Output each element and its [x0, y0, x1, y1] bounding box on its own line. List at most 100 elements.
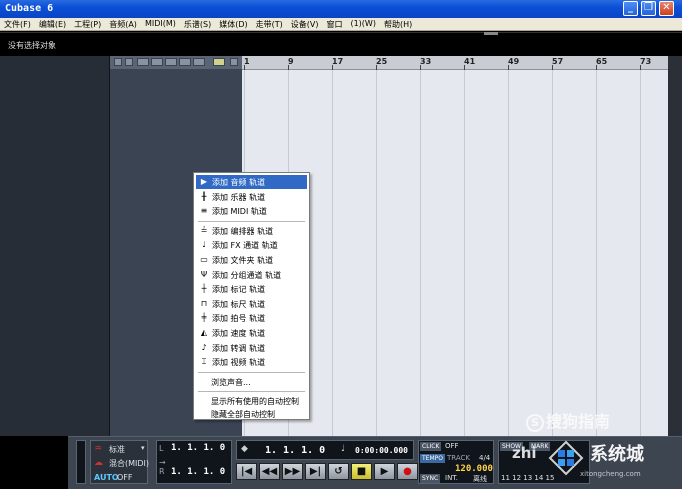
track-type-icon: Ψ [200, 269, 208, 279]
vertical-scrollbar[interactable] [668, 56, 682, 436]
context-menu-label: 添加 分组通道 轨道 [212, 270, 282, 280]
mode-section: ♒ 标准 ▾ ☁ 混合(MIDI) AUTO OFF [90, 440, 149, 484]
ruler-bar-label: 49 [508, 57, 520, 66]
context-menu-item[interactable]: ┼ 添加 标记 轨道 [196, 282, 307, 296]
context-menu-item[interactable]: ≟ 添加 编排器 轨道 [196, 224, 307, 238]
sync-state[interactable]: INT. [445, 474, 458, 482]
close-button[interactable]: ✕ [659, 1, 674, 16]
click-label[interactable]: CLICK [420, 442, 442, 451]
xitongcheng-logo-icon [548, 440, 584, 476]
stop-button[interactable]: ■ [351, 463, 372, 480]
track-type-icon: ⊓ [200, 298, 208, 308]
time-signature[interactable]: 4/4 [479, 454, 490, 462]
secondary-time[interactable]: 0:00:00.000 [355, 446, 408, 455]
track-label: TRACK [447, 454, 470, 462]
tempo-label[interactable]: TEMPO [420, 454, 445, 463]
menu-item[interactable]: 媒体(D) [215, 18, 251, 30]
right-locator-value[interactable]: 1. 1. 1. 0 [171, 467, 225, 477]
tempo-value[interactable]: 120.000 [455, 464, 493, 474]
track-filter-button-1[interactable] [137, 58, 149, 66]
left-locator-label: L [159, 444, 164, 453]
context-menu-item[interactable]: ╪ 添加 拍号 轨道 [196, 311, 307, 325]
mode-select[interactable]: 标准 [109, 444, 125, 455]
marker-numbers[interactable]: 11 12 13 14 15 [501, 474, 554, 482]
track-type-icon: ┼ [201, 284, 207, 294]
record-button[interactable]: ● [397, 463, 418, 480]
info-line: 没有选择对象 [0, 32, 682, 56]
goto-end-button[interactable]: ▶| [305, 463, 326, 480]
context-menu-item[interactable]: Ψ 添加 分组通道 轨道 [196, 268, 307, 282]
track-filter-button-2[interactable] [151, 58, 163, 66]
track-type-icon: ⌶ [201, 357, 207, 367]
window-title: Cubase 6 [5, 3, 54, 14]
track-filter-button-3[interactable] [165, 58, 177, 66]
add-track-context-menu: ▶ 添加 音频 轨道 ╫ 添加 乐器 轨道 ≡ 添加 MIDI 轨道 ≟ 添加 编排器 轨道 ♩… [193, 172, 310, 420]
mix-icon: ☁ [94, 458, 103, 468]
mix-select[interactable]: 混合(MIDI) [109, 458, 149, 469]
rewind-button[interactable]: ◀◀ [259, 463, 280, 480]
track-more-button[interactable] [230, 58, 238, 66]
context-menu-label: 添加 编排器 轨道 [212, 226, 274, 236]
auto-state[interactable]: OFF [117, 473, 133, 482]
cycle-button[interactable]: ↺ [328, 463, 349, 480]
grid-line [552, 70, 553, 436]
menu-item[interactable]: 走带(T) [252, 18, 287, 30]
track-filter-button-4[interactable] [179, 58, 191, 66]
track-type-icon: ╪ [201, 313, 207, 323]
splitter-handle[interactable] [484, 32, 498, 35]
context-menu-item[interactable]: ♪ 添加 转调 轨道 [196, 341, 307, 355]
context-menu-item[interactable]: ≡ 添加 MIDI 轨道 [196, 204, 307, 218]
menu-item[interactable]: 设备(V) [287, 18, 323, 30]
inspector-panel[interactable] [0, 56, 110, 436]
menu-item[interactable]: 帮助(H) [380, 18, 416, 30]
timeline-ruler[interactable]: 1 9 17 25 33 41 49 57 65 73 [242, 56, 668, 70]
context-menu-label: 显示所有使用的自动控制 [211, 397, 299, 407]
position-nudge-icon[interactable]: ◆ [241, 444, 248, 454]
menu-item[interactable]: (1)(W) [346, 18, 379, 30]
context-menu-label: 添加 标尺 轨道 [212, 299, 266, 309]
context-menu-item[interactable]: ▶ 添加 音频 轨道 [196, 175, 307, 189]
minimize-button[interactable]: _ [623, 1, 638, 16]
sync-label[interactable]: SYNC [420, 474, 441, 483]
menu-item[interactable]: 文件(F) [0, 18, 35, 30]
context-menu-item[interactable]: 浏览声音... [196, 375, 307, 389]
click-state[interactable]: OFF [445, 442, 459, 450]
sogou-watermark-text: 搜狗指南 [546, 412, 611, 431]
track-toggle-button[interactable] [125, 58, 133, 66]
menu-item[interactable]: 乐谱(S) [180, 18, 215, 30]
context-menu-item[interactable]: ◭ 添加 速度 轨道 [196, 326, 307, 340]
grid-line [508, 70, 509, 436]
context-menu-item[interactable]: ⌶ 添加 视频 轨道 [196, 355, 307, 369]
track-color-button[interactable] [213, 58, 225, 66]
mode-dropdown-icon[interactable]: ▾ [141, 444, 145, 452]
menu-item[interactable]: 工程(P) [70, 18, 105, 30]
left-locator-value[interactable]: 1. 1. 1. 0 [171, 443, 225, 453]
context-menu-item[interactable]: 隐藏全部自动控制 [196, 407, 307, 421]
play-button[interactable]: ▶ [374, 463, 395, 480]
track-filter-button-5[interactable] [193, 58, 205, 66]
context-menu-label: 添加 标记 轨道 [212, 285, 266, 295]
note-icon: ♩ [341, 444, 346, 454]
context-menu-label: 添加 MIDI 轨道 [212, 207, 267, 217]
context-menu-item[interactable]: ♩ 添加 FX 通道 轨道 [196, 238, 307, 252]
menu-item[interactable]: 窗口 [322, 18, 346, 30]
menu-item[interactable]: 编辑(E) [35, 18, 70, 30]
context-menu-label: 添加 乐器 轨道 [212, 192, 266, 202]
transport-meter [76, 440, 86, 484]
menu-separator [198, 391, 305, 393]
grid-line [376, 70, 377, 436]
selection-status: 没有选择对象 [8, 41, 56, 50]
xitongcheng-watermark: 系统城 [590, 444, 644, 465]
goto-start-button[interactable]: |◀ [236, 463, 257, 480]
menu-item[interactable]: 音频(A) [105, 18, 141, 30]
track-options-button[interactable] [114, 58, 122, 66]
restore-button[interactable]: ❐ [641, 1, 656, 16]
context-menu-item[interactable]: ╫ 添加 乐器 轨道 [196, 190, 307, 204]
menu-item[interactable]: MIDI(M) [141, 18, 180, 30]
context-menu-item[interactable]: ⊓ 添加 标尺 轨道 [196, 297, 307, 311]
grid-line [332, 70, 333, 436]
context-menu-label: 添加 FX 通道 轨道 [212, 241, 278, 251]
fast-forward-button[interactable]: ▶▶ [282, 463, 303, 480]
primary-position[interactable]: 1. 1. 1. 0 [265, 445, 325, 456]
context-menu-item[interactable]: ▭ 添加 文件夹 轨道 [196, 253, 307, 267]
